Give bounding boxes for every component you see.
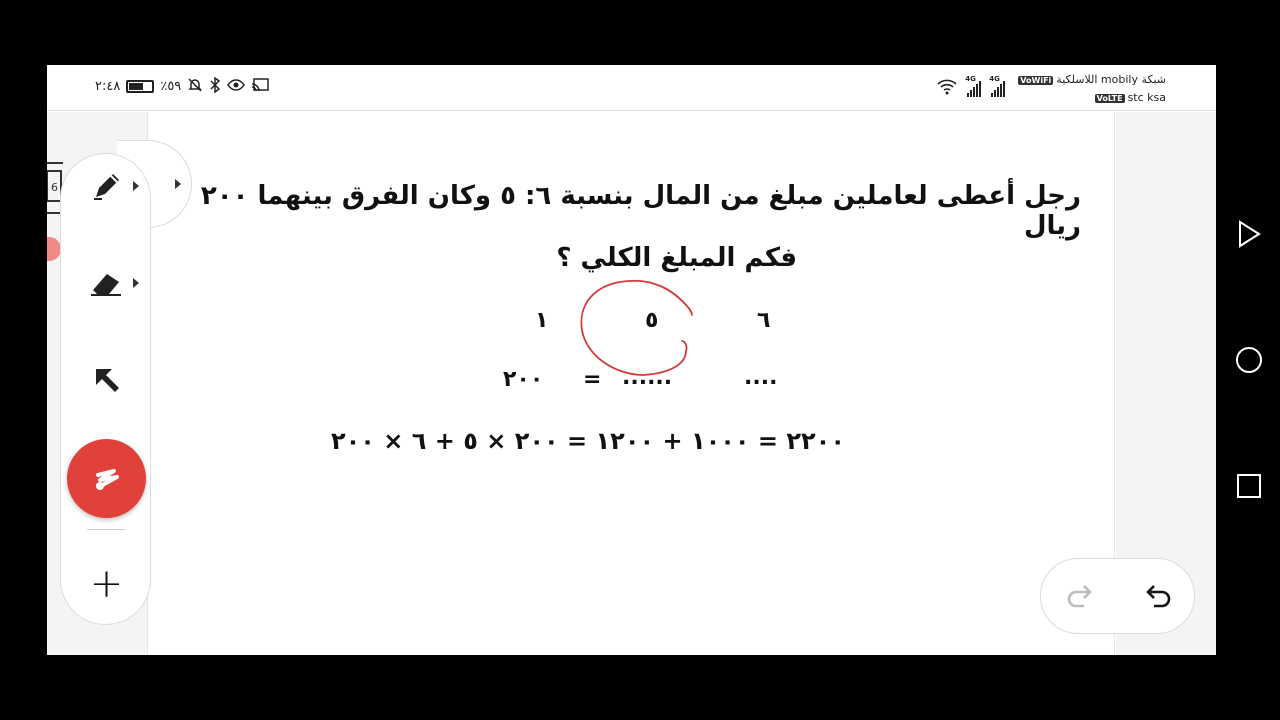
problem-statement-line-1: رجل أعطى لعاملين مبلغ من المال بنسبة ٦: … (200, 181, 1081, 241)
clock: ٢:٤٨ (95, 79, 121, 94)
signal-strength-icon: 4G (965, 75, 982, 97)
eye-icon (227, 78, 246, 95)
add-button[interactable]: + (61, 554, 152, 614)
equals-sign: = (583, 367, 602, 392)
drawing-toolbar: + (60, 153, 151, 625)
signal-strength-icon: 4G (989, 75, 1006, 97)
undo-icon (1145, 585, 1170, 608)
wifi-icon (937, 79, 957, 99)
redo-icon (1067, 585, 1092, 608)
undo-redo-controls (1040, 558, 1195, 634)
blank-dots: .... (744, 365, 778, 390)
recents-icon (1237, 474, 1261, 498)
recents-button[interactable] (1234, 471, 1264, 501)
navigation-bar (1216, 0, 1280, 720)
status-right: 4G 4G شبكة mobily اللاسلكيةVoWiFi VoLTE s… (937, 71, 1166, 107)
blank-dots: ...... (622, 365, 673, 390)
home-button[interactable] (1234, 345, 1264, 375)
difference-value: ٢٠٠ (503, 367, 544, 392)
eraser-tool-button[interactable] (61, 253, 152, 313)
status-bar: ٢:٤٨ ٪٥٩ 4G 4G شبكة mobily اللاسلكيةVoWi… (47, 65, 1216, 111)
pen-options-caret-icon[interactable] (133, 181, 139, 191)
svg-text:6: 6 (51, 181, 58, 194)
cast-icon (251, 78, 270, 95)
bluetooth-icon (209, 76, 221, 96)
back-icon (1239, 220, 1261, 248)
laser-pointer-icon (95, 468, 119, 490)
home-icon (1236, 347, 1262, 373)
battery-percent: ٪٥٩ (160, 79, 182, 94)
pen-icon (93, 174, 119, 200)
expand-caret-icon[interactable] (175, 179, 181, 189)
solution-equation: ٢٢٠٠ = ١٠٠٠ + ١٢٠٠ = ٢٠٠ × ٥ + ٦ × ٢٠٠ (331, 427, 845, 455)
app-screen: ٢:٤٨ ٪٥٩ 4G 4G شبكة mobily اللاسلكيةVoWi… (47, 65, 1216, 655)
battery-icon (126, 80, 155, 93)
carrier-1: شبكة mobily اللاسلكية (1056, 73, 1166, 86)
ratio-value: ٦ (757, 308, 771, 333)
status-left: ٢:٤٨ ٪٥٩ (95, 76, 270, 96)
select-tool-button[interactable] (61, 350, 152, 410)
carrier-2: stc ksa (1127, 91, 1166, 104)
signal-group: 4G 4G (937, 71, 1006, 99)
undo-button[interactable] (1119, 559, 1196, 635)
eraser-icon (90, 274, 121, 296)
muted-bell-icon (187, 77, 203, 96)
pen-tool-button[interactable] (61, 156, 152, 216)
vowifi-badge: VoWiFi (1018, 76, 1054, 85)
redo-button[interactable] (1041, 559, 1118, 635)
carrier-info: شبكة mobily اللاسلكيةVoWiFi VoLTE stc ksa (1015, 71, 1166, 107)
volte-badge: VoLTE (1094, 94, 1125, 103)
back-button[interactable] (1234, 219, 1264, 249)
toolbar-divider (87, 529, 125, 530)
laser-pointer-button[interactable] (67, 439, 146, 518)
problem-statement-line-2: فكم المبلغ الكلي ؟ (556, 243, 797, 273)
ratio-value: ١ (535, 308, 549, 333)
eraser-options-caret-icon[interactable] (133, 278, 139, 288)
arrow-pointer-icon (95, 369, 119, 392)
